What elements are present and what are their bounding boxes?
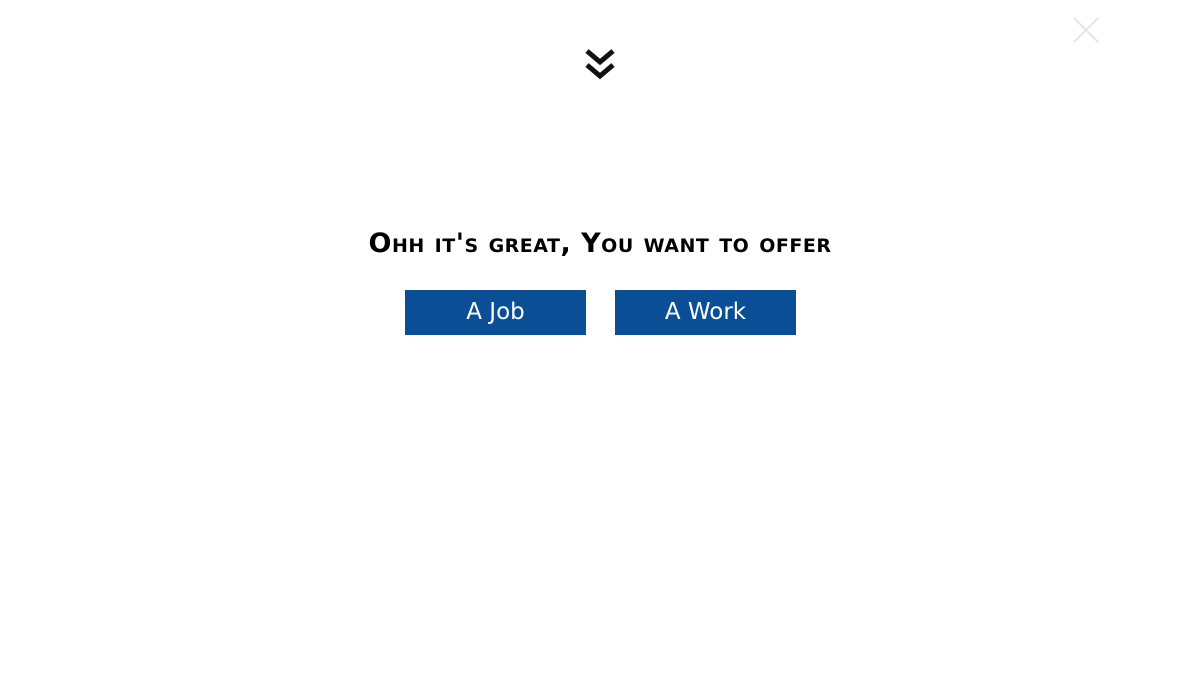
a-job-button[interactable]: A Job xyxy=(405,290,586,335)
close-icon xyxy=(1068,12,1104,48)
offer-options: A Job A Work xyxy=(405,290,796,335)
offer-page: Ohh it's great, You want to offer A Job … xyxy=(0,0,1200,700)
close-button[interactable] xyxy=(1068,12,1104,48)
a-work-button[interactable]: A Work xyxy=(615,290,796,335)
double-chevron-down-icon[interactable] xyxy=(584,48,616,82)
page-heading: Ohh it's great, You want to offer xyxy=(368,228,832,259)
